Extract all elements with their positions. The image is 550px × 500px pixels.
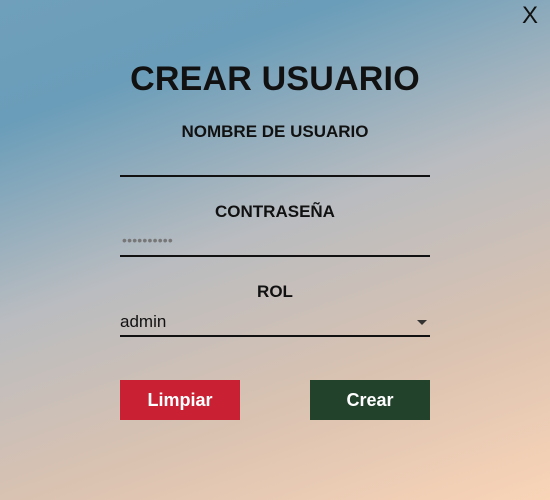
clear-button[interactable]: Limpiar: [120, 380, 240, 420]
page-title: CREAR USUARIO: [130, 60, 420, 98]
role-label: ROL: [257, 282, 293, 301]
password-mask[interactable]: ••••••••••: [122, 232, 173, 248]
password-field[interactable]: ••••••••••: [120, 231, 430, 257]
role-select[interactable]: admin: [120, 311, 430, 337]
password-label: CONTRASEÑA: [215, 202, 335, 221]
close-button[interactable]: X: [522, 4, 538, 28]
dropdown-arrow-icon[interactable]: [417, 320, 427, 325]
create-user-window: X CREAR USUARIO NOMBRE DE USUARIO CONTRA…: [0, 0, 550, 500]
create-button[interactable]: Crear: [310, 380, 430, 420]
username-field[interactable]: [120, 151, 430, 177]
username-input[interactable]: [120, 151, 430, 175]
role-selected-value[interactable]: admin: [120, 312, 166, 332]
username-label: NOMBRE DE USUARIO: [181, 122, 369, 141]
